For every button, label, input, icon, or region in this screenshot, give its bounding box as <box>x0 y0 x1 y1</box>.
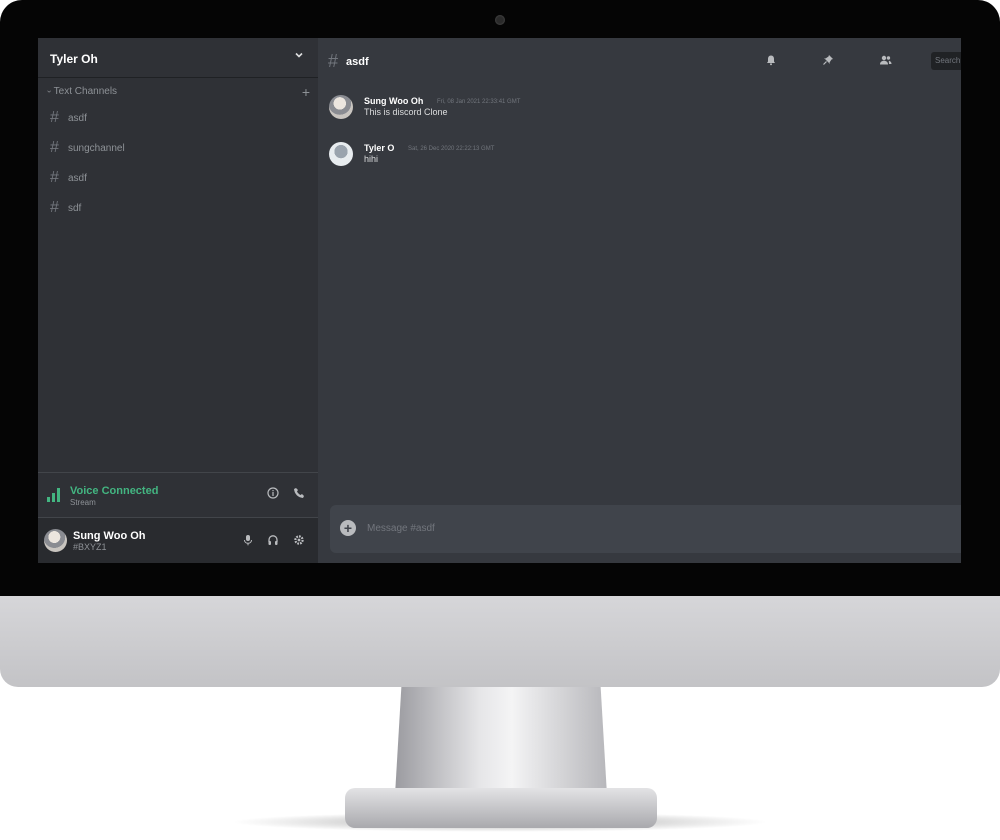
voice-status-panel: Voice Connected Stream <box>38 472 318 518</box>
pin-icon[interactable] <box>821 54 835 69</box>
chat-header: # asdf Search <box>318 38 961 84</box>
channel-item[interactable]: # asdf <box>46 108 308 130</box>
message-input[interactable]: Message #asdf <box>367 523 435 534</box>
hash-icon: # <box>50 199 59 216</box>
chevron-down-icon[interactable] <box>294 49 304 63</box>
search-input[interactable]: Search <box>931 52 961 70</box>
voice-sub: Stream <box>70 498 96 507</box>
chevron-down-icon[interactable]: › <box>45 90 54 93</box>
channel-name: asdf <box>68 173 87 184</box>
message-text: This is discord Clone <box>364 107 448 117</box>
hash-icon: # <box>50 169 59 186</box>
voice-status: Voice Connected <box>70 485 159 497</box>
phone-icon[interactable] <box>292 487 306 502</box>
message: Sung Woo Oh Fri, 08 Jan 2021 22:33:41 GM… <box>329 95 929 125</box>
info-icon[interactable] <box>266 487 280 502</box>
channel-name: sdf <box>68 203 82 214</box>
user-name: Sung Woo Oh <box>73 530 146 542</box>
bell-icon[interactable] <box>764 54 778 69</box>
server-name: Tyler Oh <box>50 52 98 66</box>
message-author[interactable]: Sung Woo Oh <box>364 96 423 106</box>
user-tag: #BXYZ1 <box>73 542 107 552</box>
message-text: hihi <box>364 154 379 164</box>
message-author[interactable]: Tyler O <box>364 143 394 153</box>
headphones-icon[interactable] <box>266 534 280 549</box>
user-panel: Sung Woo Oh #BXYZ1 <box>38 518 318 563</box>
hash-icon: # <box>50 139 59 156</box>
message-timestamp: Fri, 08 Jan 2021 22:33:41 GMT <box>437 99 521 105</box>
hash-icon: # <box>50 109 59 126</box>
hash-icon: # <box>328 51 339 71</box>
gear-icon[interactable] <box>292 534 306 549</box>
monitor-chin <box>0 596 1000 687</box>
channel-item[interactable]: # asdf <box>46 168 308 190</box>
members-icon[interactable] <box>878 54 892 69</box>
channel-name: sungchannel <box>68 143 125 154</box>
channel-title: asdf <box>346 56 369 68</box>
avatar[interactable] <box>44 529 67 552</box>
server-header[interactable]: Tyler Oh <box>38 38 318 78</box>
channel-item[interactable]: # sungchannel <box>46 138 308 160</box>
avatar[interactable] <box>329 95 353 119</box>
channel-sidebar: Tyler Oh ›Text Channels + # asdf # sungc… <box>38 38 318 563</box>
message: Tyler O Sat, 26 Dec 2020 22:22:13 GMT hi… <box>329 142 929 172</box>
mic-icon[interactable] <box>241 534 255 549</box>
message-composer[interactable]: + Message #asdf <box>330 505 961 553</box>
message-timestamp: Sat, 26 Dec 2020 22:22:13 GMT <box>408 146 495 152</box>
avatar[interactable] <box>329 142 353 166</box>
signal-icon <box>47 488 61 502</box>
section-title: Text Channels <box>53 86 118 97</box>
monitor-stand <box>395 687 607 795</box>
plus-icon[interactable]: + <box>302 84 310 100</box>
text-channels-section[interactable]: ›Text Channels + <box>45 84 310 100</box>
app-screen: Tyler Oh ›Text Channels + # asdf # sungc… <box>38 38 961 563</box>
add-circle-icon[interactable]: + <box>340 520 356 536</box>
channel-name: asdf <box>68 113 87 124</box>
monitor-base <box>345 788 657 828</box>
camera-icon <box>495 15 505 25</box>
channel-item[interactable]: # sdf <box>46 198 308 220</box>
